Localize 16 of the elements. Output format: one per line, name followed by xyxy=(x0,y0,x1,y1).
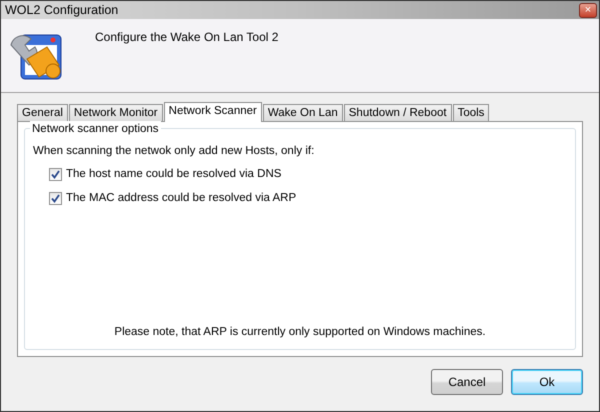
tab[interactable]: Tools xyxy=(452,104,490,121)
dialog-button[interactable]: Cancel xyxy=(431,369,503,395)
note-text: Please note, that ARP is currently only supported on Windows machines. xyxy=(113,324,487,340)
tab[interactable]: General xyxy=(17,104,68,121)
header-text: Configure the Wake On Lan Tool 2 xyxy=(95,29,278,46)
dialog-button[interactable]: Ok xyxy=(511,369,583,395)
tab[interactable]: Shutdown / Reboot xyxy=(344,104,452,121)
window-title: WOL2 Configuration xyxy=(5,2,118,19)
checkbox[interactable] xyxy=(49,192,62,205)
tab[interactable]: Network Scanner xyxy=(164,102,262,122)
tab[interactable]: Wake On Lan xyxy=(262,104,343,121)
intro-text: When scanning the netwok only add new Hosts, only if: xyxy=(33,144,316,159)
checkbox-label: The host name could be resolved via DNS xyxy=(66,167,282,182)
tab[interactable]: Network Monitor xyxy=(68,104,163,121)
checkbox[interactable] xyxy=(49,168,62,182)
checkbox-label: The MAC address could be resolved via ARP xyxy=(66,190,296,206)
